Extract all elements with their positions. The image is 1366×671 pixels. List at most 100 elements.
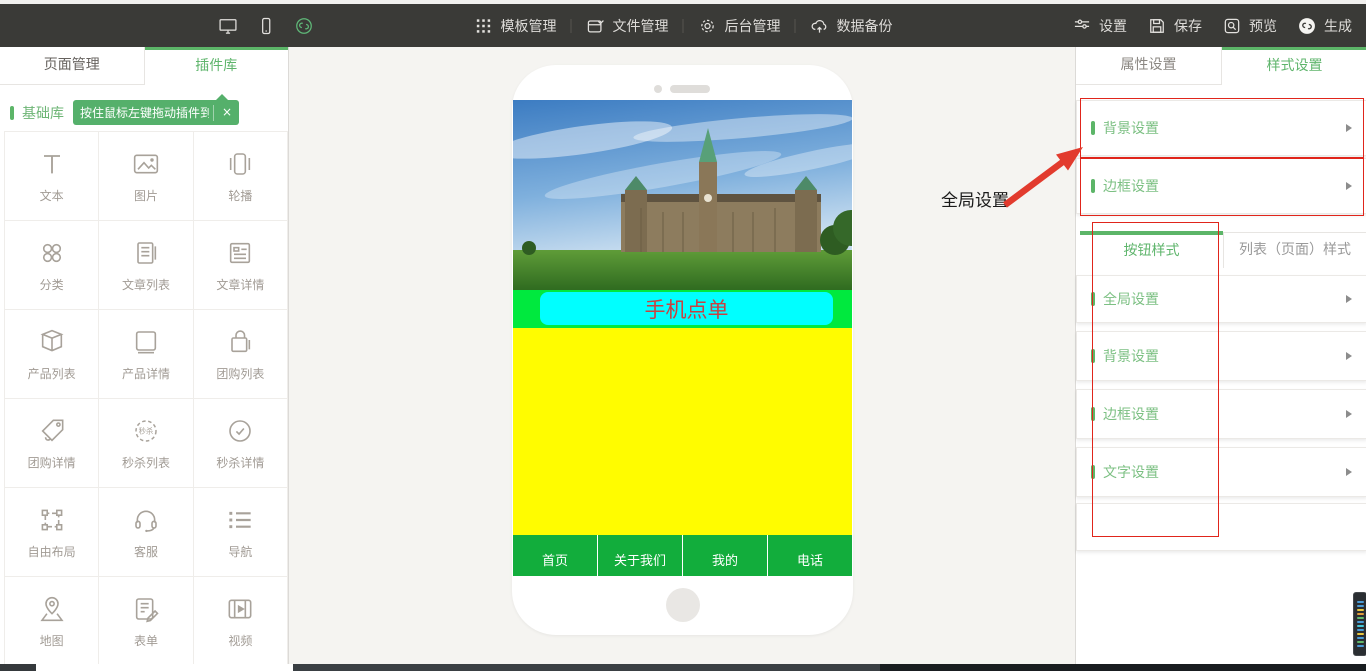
- link-badge-icon[interactable]: [294, 16, 314, 36]
- category-icon: [36, 237, 68, 269]
- annotation-label: 全局设置: [941, 186, 1009, 211]
- phone-mockup: 手机点单 首页 关于我们 我的 电话: [512, 65, 853, 635]
- plugin-item-product-detail[interactable]: 产品详情: [99, 310, 193, 399]
- green-bar-icon: [1091, 292, 1095, 306]
- chevron-right-icon: [1346, 182, 1352, 190]
- product-detail-icon: [130, 326, 162, 358]
- tab-attribute-settings[interactable]: 属性设置: [1076, 47, 1222, 85]
- app-builder-window: { "toolbar": { "menu": [ {"icon": "grid-…: [0, 0, 1366, 671]
- chevron-right-icon: [1346, 410, 1352, 418]
- menu-label: 模板管理: [501, 16, 557, 36]
- plugin-item-seckill-list[interactable]: 秒杀 秒杀列表: [99, 399, 193, 488]
- chevron-right-icon: [1346, 124, 1352, 132]
- design-canvas[interactable]: 手机点单 首页 关于我们 我的 电话: [289, 47, 1075, 664]
- green-bar-icon: [1091, 179, 1095, 193]
- section-button-background-settings[interactable]: 背景设置: [1076, 331, 1366, 381]
- plugin-item-map[interactable]: 地图: [5, 577, 99, 666]
- tab-button-style[interactable]: 按钮样式: [1080, 231, 1223, 268]
- plugin-item-image[interactable]: 图片: [99, 132, 193, 221]
- action-label: 预览: [1249, 16, 1277, 36]
- plugin-item-article-list[interactable]: 文章列表: [99, 221, 193, 310]
- preview-button[interactable]: 预览: [1222, 16, 1277, 36]
- plugin-item-seckill-detail[interactable]: 秒杀详情: [194, 399, 288, 488]
- plugin-item-video[interactable]: 视频: [194, 577, 288, 666]
- section-border-settings[interactable]: 边框设置: [1076, 158, 1366, 214]
- text-icon: [36, 148, 68, 180]
- settings-panel: 属性设置 样式设置 背景设置 边框设置 按钮样式 列表（页面）样式 全局设置 背…: [1075, 47, 1366, 664]
- image-icon: [130, 148, 162, 180]
- drag-hint-tooltip: 按住鼠标左键拖动插件到页 ×: [73, 100, 239, 125]
- form-icon: [130, 593, 162, 625]
- product-list-icon: [36, 326, 68, 358]
- camera-dot-icon: [654, 85, 662, 93]
- divider: [571, 19, 572, 33]
- page-title[interactable]: 手机点单: [540, 292, 833, 325]
- plugin-item-groupbuy-detail[interactable]: 团购详情: [5, 399, 99, 488]
- nav-item-about[interactable]: 关于我们: [597, 535, 682, 576]
- phone-screen: 手机点单 首页 关于我们 我的 电话: [513, 100, 852, 576]
- plugin-grid: 文本 图片 轮播 分类 文章列表 文章详情: [4, 131, 288, 666]
- save-button[interactable]: 保存: [1147, 16, 1202, 36]
- style-sub-tabs: 按钮样式 列表（页面）样式: [1076, 231, 1366, 268]
- tab-style-settings[interactable]: 样式设置: [1222, 47, 1366, 85]
- close-icon[interactable]: ×: [213, 105, 235, 121]
- tab-plugin-library[interactable]: 插件库: [145, 47, 289, 85]
- plugin-item-free-layout[interactable]: 自由布局: [5, 488, 99, 577]
- chevron-right-icon: [1346, 468, 1352, 476]
- menu-backend-manage[interactable]: 后台管理: [698, 16, 781, 36]
- section-global-settings[interactable]: 全局设置: [1076, 275, 1366, 323]
- plugin-item-carousel[interactable]: 轮播: [194, 132, 288, 221]
- plugin-item-text[interactable]: 文本: [5, 132, 99, 221]
- plugin-item-article-detail[interactable]: 文章详情: [194, 221, 288, 310]
- plugin-item-product-list[interactable]: 产品列表: [5, 310, 99, 399]
- banner-image-widget[interactable]: [513, 100, 852, 290]
- grid-icon: [474, 16, 494, 36]
- article-list-icon: [130, 237, 162, 269]
- nav-item-home[interactable]: 首页: [513, 535, 597, 576]
- article-detail-icon: [224, 237, 256, 269]
- green-bar-icon: [1091, 407, 1095, 421]
- free-layout-icon: [36, 504, 68, 536]
- sliders-icon: [1072, 16, 1092, 36]
- title-bar-widget[interactable]: 手机点单: [513, 290, 852, 328]
- plugin-item-category[interactable]: 分类: [5, 221, 99, 310]
- desktop-preview-icon[interactable]: [218, 16, 238, 36]
- top-toolbar: 模板管理 文件管理 后台管理 数据备份: [0, 4, 1366, 47]
- mini-map-scrollbar[interactable]: [1353, 592, 1366, 656]
- sidebar-tabs: 页面管理 插件库: [0, 47, 288, 85]
- mobile-preview-icon[interactable]: [256, 16, 276, 36]
- tab-list-page-style[interactable]: 列表（页面）样式: [1223, 232, 1366, 268]
- bottom-seg-gray: [293, 664, 880, 671]
- tab-page-manage[interactable]: 页面管理: [0, 47, 145, 85]
- gear-icon: [698, 16, 718, 36]
- parliament-photo: [513, 100, 852, 290]
- section-background-settings[interactable]: 背景设置: [1076, 100, 1366, 156]
- bottom-seg-dark: [0, 664, 36, 671]
- plugin-item-nav[interactable]: 导航: [194, 488, 288, 577]
- settings-button[interactable]: 设置: [1072, 16, 1127, 36]
- content-area-widget[interactable]: [513, 328, 852, 535]
- plugin-item-groupbuy-list[interactable]: 团购列表: [194, 310, 288, 399]
- generate-button[interactable]: 生成: [1297, 16, 1352, 36]
- divider: [795, 19, 796, 33]
- action-label: 设置: [1099, 16, 1127, 36]
- action-label: 生成: [1324, 16, 1352, 36]
- plugin-item-form[interactable]: 表单: [99, 577, 193, 666]
- section-text-settings[interactable]: 文字设置: [1076, 447, 1366, 497]
- tooltip-text: 按住鼠标左键拖动插件到页: [80, 104, 209, 121]
- green-bar-icon: [1091, 349, 1095, 363]
- menu-label: 后台管理: [725, 16, 781, 36]
- video-icon: [224, 593, 256, 625]
- horizontal-scrollbar[interactable]: [36, 664, 293, 671]
- menu-template-manage[interactable]: 模板管理: [474, 16, 557, 36]
- toolbar-actions: 设置 保存 预览 生成: [1072, 4, 1352, 47]
- service-headset-icon: [130, 504, 162, 536]
- menu-file-manage[interactable]: 文件管理: [586, 16, 669, 36]
- green-bar-icon: [1091, 121, 1095, 135]
- section-button-border-settings[interactable]: 边框设置: [1076, 389, 1366, 439]
- bottom-scrollbar-strip: [0, 664, 1366, 671]
- menu-data-backup[interactable]: 数据备份: [810, 16, 893, 36]
- nav-item-mine[interactable]: 我的: [682, 535, 767, 576]
- plugin-item-service[interactable]: 客服: [99, 488, 193, 577]
- nav-item-phone[interactable]: 电话: [767, 535, 852, 576]
